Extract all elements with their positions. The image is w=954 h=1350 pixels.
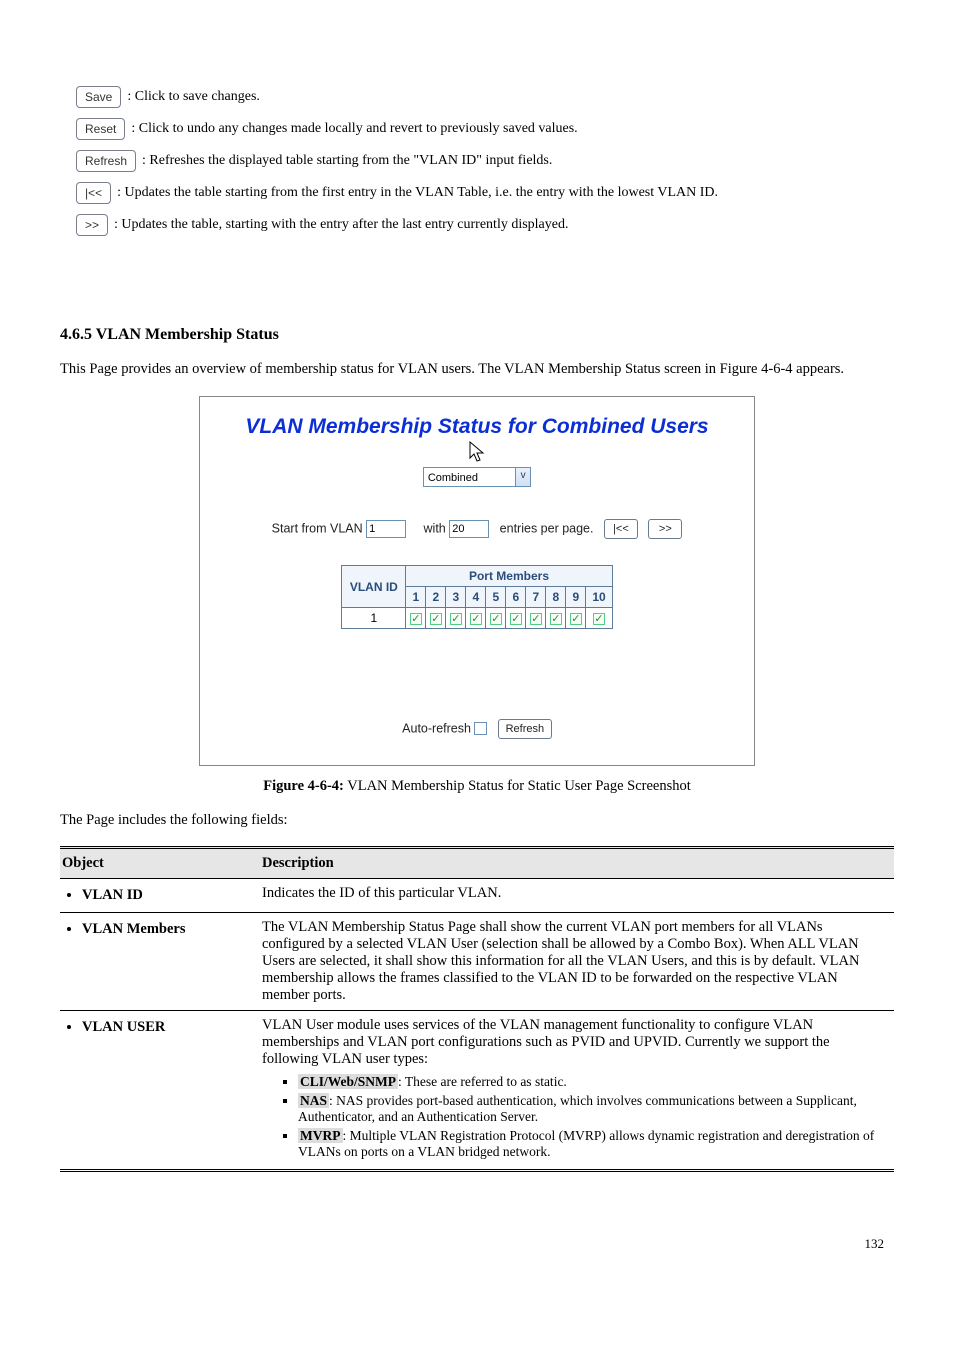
port-members-header: Port Members <box>406 566 612 587</box>
save-button[interactable]: Save <box>76 86 121 108</box>
refresh-button[interactable]: Refresh <box>76 150 136 172</box>
check-icon <box>490 613 502 625</box>
list-item: NAS: NAS provides port-based authenticat… <box>298 1093 888 1125</box>
entries-per-page-label: entries per page. <box>500 522 594 536</box>
vlan-id-header: VLAN ID <box>342 566 406 608</box>
check-icon <box>430 613 442 625</box>
check-icon <box>570 613 582 625</box>
port-col-4: 4 <box>466 587 486 608</box>
save-desc: : Click to save changes. <box>127 89 260 105</box>
page-next-button[interactable]: >> <box>648 519 682 539</box>
next-page-desc: : Updates the table, starting with the e… <box>114 217 568 233</box>
table-row: 1 <box>342 608 612 629</box>
list-item: CLI/Web/SNMP: These are referred to as s… <box>298 1074 888 1090</box>
port-col-8: 8 <box>546 587 566 608</box>
check-icon <box>410 613 422 625</box>
auto-refresh-label: Auto-refresh <box>402 722 471 736</box>
check-icon <box>470 613 482 625</box>
obj-vlan-id-desc: Indicates the ID of this particular VLAN… <box>260 878 894 912</box>
user-combo[interactable]: v <box>423 467 531 487</box>
obj-vlan-id: VLAN ID <box>82 885 254 906</box>
chevron-down-icon[interactable]: v <box>515 468 530 486</box>
refresh-desc: : Refreshes the displayed table starting… <box>142 153 552 169</box>
port-col-7: 7 <box>526 587 546 608</box>
port-col-6: 6 <box>506 587 526 608</box>
obj-vlan-user-intro: VLAN User module uses services of the VL… <box>262 1017 830 1067</box>
check-icon <box>530 613 542 625</box>
port-col-1: 1 <box>406 587 426 608</box>
port-col-3: 3 <box>446 587 466 608</box>
section-intro: This Page provides an overview of member… <box>60 358 894 380</box>
with-label: with <box>424 522 446 536</box>
auto-refresh-checkbox[interactable] <box>474 722 487 735</box>
objects-table: Object Description VLAN ID Indicates the… <box>60 846 894 1172</box>
col-object-header: Object <box>60 847 260 878</box>
first-page-button[interactable]: |<< <box>76 182 111 204</box>
refresh-button-inset[interactable]: Refresh <box>498 719 552 739</box>
start-from-label: Start from VLAN <box>272 522 363 536</box>
port-col-9: 9 <box>566 587 586 608</box>
obj-vlan-members-desc: The VLAN Membership Status Page shall sh… <box>260 912 894 1010</box>
panel-title: VLAN Membership Status for Combined User… <box>224 415 730 439</box>
page-first-button[interactable]: |<< <box>604 519 638 539</box>
check-icon <box>510 613 522 625</box>
check-icon <box>450 613 462 625</box>
port-col-10: 10 <box>586 587 612 608</box>
obj-vlan-user: VLAN USER <box>82 1017 254 1038</box>
list-item: MVRP: Multiple VLAN Registration Protoco… <box>298 1128 888 1160</box>
reset-desc: : Click to undo any changes made locally… <box>131 121 577 137</box>
check-icon <box>550 613 562 625</box>
port-col-2: 2 <box>426 587 446 608</box>
port-members-table: VLAN ID Port Members 1 2 3 4 5 6 7 8 9 1… <box>341 565 612 629</box>
port-col-5: 5 <box>486 587 506 608</box>
obj-vlan-members: VLAN Members <box>82 919 254 940</box>
screenshot-panel: VLAN Membership Status for Combined User… <box>199 396 755 766</box>
start-vlan-input[interactable] <box>366 520 406 538</box>
next-page-button[interactable]: >> <box>76 214 108 236</box>
vlan-id-cell: 1 <box>342 608 406 629</box>
objects-intro: The Page includes the following fields: <box>60 809 894 831</box>
user-combo-input[interactable] <box>424 468 512 486</box>
reset-button[interactable]: Reset <box>76 118 125 140</box>
first-page-desc: : Updates the table starting from the fi… <box>117 185 718 201</box>
col-description-header: Description <box>260 847 894 878</box>
entries-input[interactable] <box>449 520 489 538</box>
page-number: 132 <box>865 1236 885 1252</box>
check-icon <box>593 613 605 625</box>
figure-caption: Figure 4-6-4: VLAN Membership Status for… <box>60 778 894 795</box>
cursor-icon <box>468 441 486 463</box>
section-title: 4.6.5 VLAN Membership Status <box>60 326 894 344</box>
